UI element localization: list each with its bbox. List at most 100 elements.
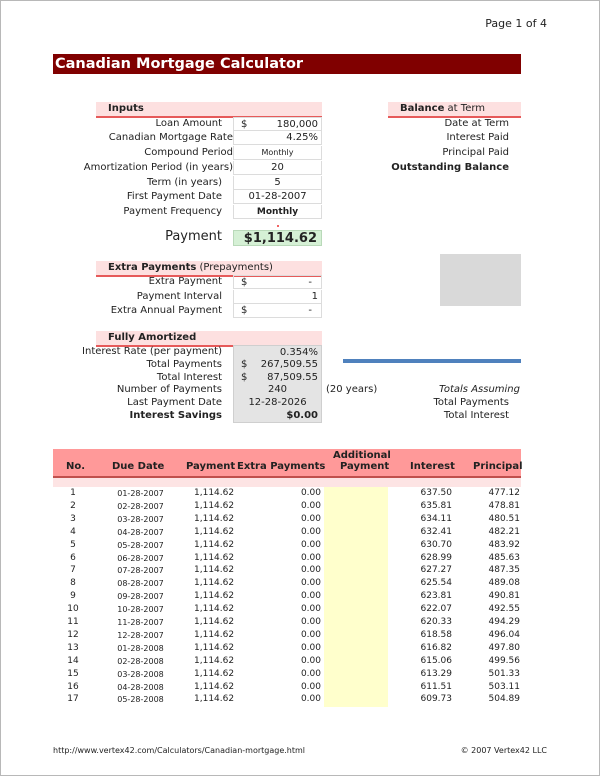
row-payment: 1,114.62 <box>194 500 235 511</box>
row-payment: 1,114.62 <box>194 539 235 550</box>
row-payment: 1,114.62 <box>194 513 235 524</box>
years-note: (20 years) <box>326 384 378 395</box>
row-number: 4 <box>70 526 76 537</box>
total-payments-value: 267,509.55 <box>260 359 318 370</box>
row-principal: 477.12 <box>488 488 521 498</box>
row-extra-payment: 0.00 <box>300 694 321 705</box>
number-of-payments-value-cell: 240 <box>233 383 322 397</box>
row-interest: 611.51 <box>420 681 453 692</box>
row-principal: 487.35 <box>488 565 521 576</box>
col-header-extra-payments: Extra Payments <box>237 461 326 472</box>
col-header-payment: Payment <box>186 461 236 472</box>
row-principal: 489.08 <box>488 578 521 589</box>
extra-annual-payment-label: Extra Annual Payment <box>110 305 222 316</box>
interest-savings-value: $0.00 <box>286 410 318 421</box>
row-payment: 1,114.62 <box>194 552 235 563</box>
term-field[interactable]: 5 <box>233 176 322 190</box>
extra-payment-value: - <box>308 277 312 288</box>
row-payment: 1,114.62 <box>194 591 235 602</box>
inputs-header-text: Inputs <box>108 103 144 114</box>
last-payment-date-value-cell: 12-28-2026 <box>233 396 322 410</box>
row-number: 8 <box>70 578 76 589</box>
compound-period-label: Compound Period <box>144 147 233 158</box>
first-payment-date-label: First Payment Date <box>126 191 222 202</box>
currency-symbol: $ <box>241 305 248 316</box>
row-due-date: 07-28-2007 <box>117 566 164 576</box>
number-of-payments-value: 240 <box>267 384 288 395</box>
row-interest: 616.82 <box>420 642 453 653</box>
table-row: 17 05-28-2008 1,114.62 0.00 609.73 504.89 <box>53 693 521 706</box>
row-number: 1 <box>70 488 76 498</box>
amortization-period-field[interactable]: 20 <box>233 161 322 175</box>
row-number: 5 <box>70 539 76 550</box>
row-payment: 1,114.62 <box>194 629 235 640</box>
footer-url[interactable]: http://www.vertex42.com/Calculators/Cana… <box>53 746 305 755</box>
balance-section-header: Balance at Term <box>388 102 521 118</box>
table-row: 14 02-28-2008 1,114.62 0.00 615.06 499.56 <box>53 655 521 668</box>
interest-rate-per-payment-value-cell: 0.354% <box>233 345 322 359</box>
term-label: Term (in years) <box>146 177 222 188</box>
row-principal: 497.80 <box>488 642 521 653</box>
row-interest: 628.99 <box>420 552 453 563</box>
table-row: 16 04-28-2008 1,114.62 0.00 611.51 503.11 <box>53 681 521 694</box>
compound-period-value: Monthly <box>261 148 294 157</box>
row-extra-payment: 0.00 <box>300 565 321 576</box>
loan-amount-field[interactable]: $ 180,000 <box>233 117 322 131</box>
mortgage-rate-value: 4.25% <box>286 132 318 143</box>
extra-header-bold: Extra Payments <box>108 262 197 273</box>
table-row: 8 08-28-2007 1,114.62 0.00 625.54 489.08 <box>53 577 521 590</box>
last-payment-date-value: 12-28-2026 <box>248 397 307 408</box>
amortization-period-value: 20 <box>271 162 284 173</box>
interest-savings-label: Interest Savings <box>129 410 222 421</box>
row-extra-payment: 0.00 <box>300 668 321 679</box>
row-extra-payment: 0.00 <box>300 526 321 537</box>
row-due-date: 03-28-2007 <box>117 514 164 524</box>
row-number: 15 <box>67 668 79 679</box>
table-row: 11 11-28-2007 1,114.62 0.00 620.33 494.29 <box>53 616 521 629</box>
mortgage-rate-field[interactable]: 4.25% <box>233 131 322 145</box>
row-due-date: 01-28-2007 <box>117 489 164 498</box>
table-row: 7 07-28-2007 1,114.62 0.00 627.27 487.35 <box>53 564 521 577</box>
row-principal: 490.81 <box>488 591 521 602</box>
first-payment-date-field[interactable]: 01-28-2007 <box>233 190 322 204</box>
separator-line <box>343 359 521 363</box>
compound-period-select[interactable]: Monthly <box>233 146 322 160</box>
payment-interval-field[interactable]: 1 <box>233 290 322 304</box>
row-number: 9 <box>70 591 76 602</box>
payment-frequency-label: Payment Frequency <box>123 206 222 217</box>
row-principal: 482.21 <box>488 526 521 537</box>
extra-annual-payment-field[interactable]: $ - <box>233 304 322 318</box>
table-row: 9 09-28-2007 1,114.62 0.00 623.81 490.81 <box>53 590 521 603</box>
row-due-date: 12-28-2007 <box>117 630 164 640</box>
row-due-date: 06-28-2007 <box>117 553 164 563</box>
loan-amount-value: 180,000 <box>276 119 318 130</box>
date-at-term-label: Date at Term <box>444 118 509 129</box>
payment-frequency-select[interactable]: Monthly <box>233 205 322 219</box>
payment-result: $1,114.62 <box>233 230 322 246</box>
table-row: 1 01-28-2007 1,114.62 0.00 637.50 477.12 <box>53 487 521 500</box>
row-number: 7 <box>70 565 76 576</box>
term-value: 5 <box>274 177 281 188</box>
row-extra-payment: 0.00 <box>300 681 321 692</box>
amortization-period-label: Amortization Period (in years) <box>83 162 233 173</box>
row-interest: 623.81 <box>420 591 453 602</box>
number-of-payments-label: Number of Payments <box>116 384 222 395</box>
table-row: 5 05-28-2007 1,114.62 0.00 630.70 483.92 <box>53 539 521 552</box>
extra-payment-field[interactable]: $ - <box>233 275 322 289</box>
row-number: 12 <box>67 629 79 640</box>
balance-header-bold: Balance <box>400 103 445 114</box>
table-row: 15 03-28-2008 1,114.62 0.00 613.29 501.33 <box>53 668 521 681</box>
table-row: 4 04-28-2007 1,114.62 0.00 632.41 482.21 <box>53 526 521 539</box>
row-due-date: 11-28-2007 <box>117 618 164 627</box>
row-principal: 485.63 <box>488 552 521 563</box>
row-extra-payment: 0.00 <box>300 629 321 640</box>
extra-header-rest: (Prepayments) <box>196 262 273 273</box>
row-due-date: 10-28-2007 <box>117 605 164 615</box>
row-interest: 632.41 <box>420 526 453 537</box>
row-principal: 483.92 <box>488 539 521 550</box>
currency-symbol: $ <box>241 119 248 130</box>
total-payments-label: Total Payments <box>146 359 222 370</box>
row-principal: 504.89 <box>488 694 521 705</box>
comment-indicator-dot <box>277 225 279 227</box>
col-header-due-date: Due Date <box>112 461 165 472</box>
